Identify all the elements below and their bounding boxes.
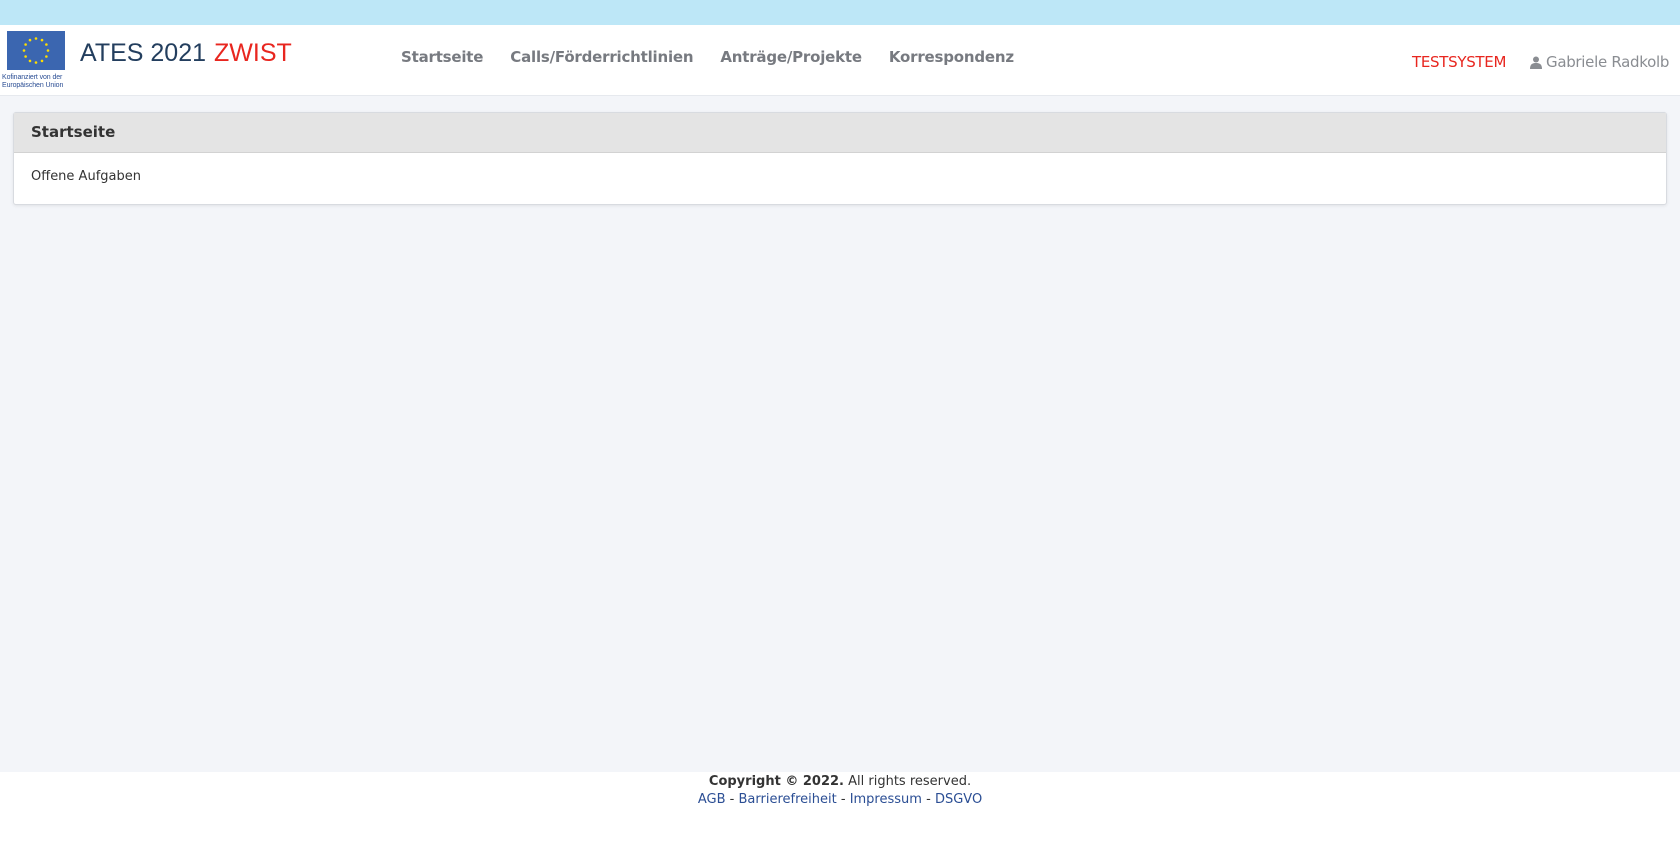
start-panel: Startseite Offene Aufgaben bbox=[13, 112, 1667, 205]
main-nav: Startseite Calls/Förderrichtlinien Anträ… bbox=[401, 48, 1041, 66]
footer: Copyright © 2022. All rights reserved. A… bbox=[0, 772, 1680, 850]
eu-caption-line2: Europäischen Union bbox=[2, 82, 64, 89]
footer-link-dsgvo[interactable]: DSGVO bbox=[935, 792, 982, 807]
eu-star bbox=[45, 43, 48, 46]
panel-title: Startseite bbox=[14, 113, 1666, 153]
eu-star bbox=[22, 49, 26, 52]
eu-star bbox=[28, 38, 32, 42]
eu-star bbox=[34, 37, 38, 40]
panel-body: Offene Aufgaben bbox=[14, 153, 1666, 200]
eu-star bbox=[28, 59, 32, 63]
eu-caption-line1: Kofinanziert von der bbox=[2, 74, 63, 81]
footer-links: AGB - Barrierefreiheit - Impressum - DSG… bbox=[0, 792, 1680, 807]
user-icon bbox=[1530, 56, 1542, 69]
user-name: Gabriele Radkolb bbox=[1546, 53, 1670, 71]
footer-separator: - bbox=[729, 792, 735, 807]
top-color-bar bbox=[0, 0, 1680, 25]
eu-star bbox=[40, 59, 44, 63]
eu-stars-icon bbox=[22, 37, 50, 64]
eu-logo: Kofinanziert von der Europäischen Union bbox=[2, 31, 70, 93]
app-title-suffix: ZWIST bbox=[214, 39, 292, 67]
app-title[interactable]: ATES 2021 ZWIST bbox=[80, 39, 292, 68]
copyright-rest: All rights reserved. bbox=[848, 774, 972, 789]
user-menu[interactable]: Gabriele Radkolb bbox=[1530, 53, 1669, 71]
eu-star bbox=[34, 61, 38, 64]
eu-star bbox=[24, 55, 27, 58]
eu-star bbox=[40, 38, 44, 42]
nav-item-calls[interactable]: Calls/Förderrichtlinien bbox=[510, 48, 693, 66]
app-title-main: ATES 2021 bbox=[80, 39, 207, 67]
eu-star bbox=[46, 49, 50, 52]
nav-item-korrespondenz[interactable]: Korrespondenz bbox=[889, 48, 1014, 66]
eu-star bbox=[24, 43, 27, 46]
footer-separator: - bbox=[926, 792, 931, 807]
nav-item-antraege[interactable]: Anträge/Projekte bbox=[720, 48, 862, 66]
eu-flag-icon bbox=[7, 31, 65, 70]
copyright-bold: Copyright © 2022. bbox=[708, 774, 844, 789]
footer-link-impressum[interactable]: Impressum bbox=[850, 792, 922, 807]
environment-label: TESTSYSTEM bbox=[1412, 53, 1507, 71]
eu-star bbox=[45, 55, 48, 58]
copyright-line: Copyright © 2022. All rights reserved. bbox=[0, 774, 1680, 789]
header: Kofinanziert von der Europäischen Union … bbox=[0, 25, 1680, 96]
open-tasks-item[interactable]: Offene Aufgaben bbox=[31, 169, 141, 184]
eu-logo-caption: Kofinanziert von der Europäischen Union bbox=[2, 74, 74, 90]
nav-item-startseite[interactable]: Startseite bbox=[401, 48, 483, 66]
footer-separator: - bbox=[840, 792, 846, 807]
footer-link-agb[interactable]: AGB bbox=[698, 792, 726, 807]
footer-link-barrierefreiheit[interactable]: Barrierefreiheit bbox=[738, 792, 836, 807]
